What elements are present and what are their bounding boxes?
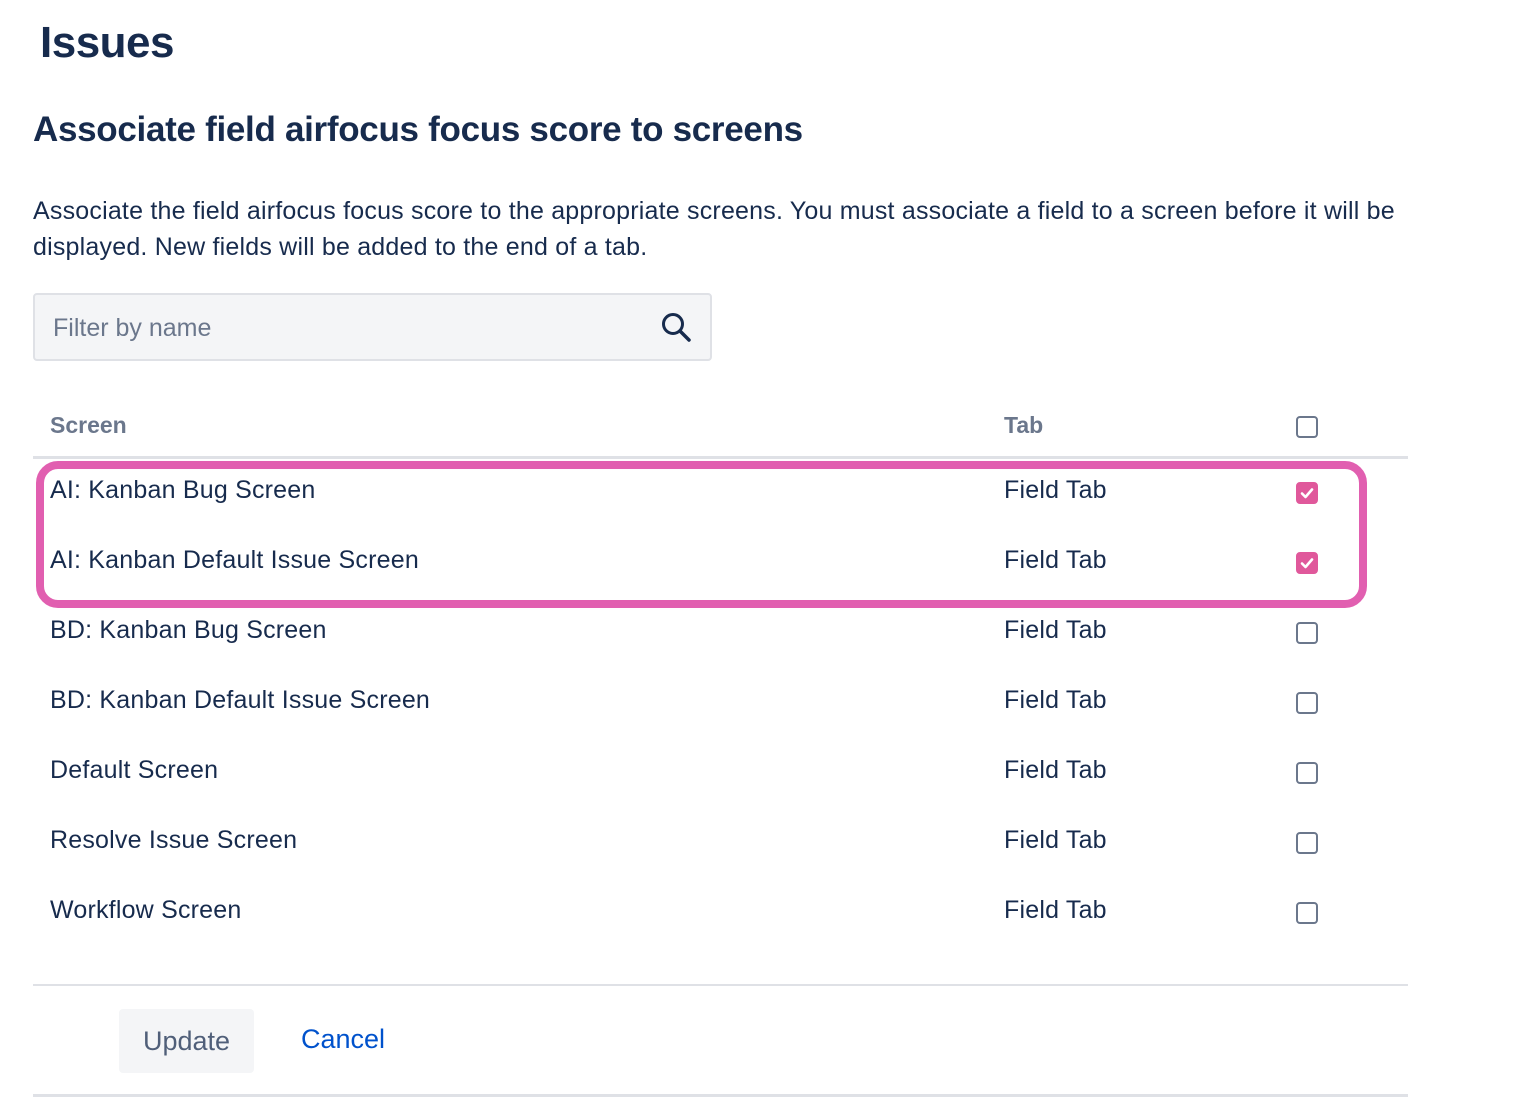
row-checkbox[interactable] bbox=[1296, 482, 1318, 504]
row-checkbox[interactable] bbox=[1296, 622, 1318, 644]
screen-name: Default Screen bbox=[50, 756, 219, 784]
tab-name: Field Tab bbox=[1004, 476, 1107, 504]
row-checkbox[interactable] bbox=[1296, 692, 1318, 714]
bottom-divider bbox=[33, 1094, 1408, 1097]
checkmark-icon bbox=[1300, 558, 1314, 569]
screen-name: BD: Kanban Default Issue Screen bbox=[50, 686, 431, 714]
checkmark-icon bbox=[1300, 488, 1314, 499]
table-header: Screen Tab bbox=[33, 400, 1408, 459]
screen-name: AI: Kanban Bug Screen bbox=[50, 476, 316, 504]
table-row: BD: Kanban Default Issue Screen Field Tab bbox=[33, 669, 1408, 739]
section-description: Associate the field airfocus focus score… bbox=[33, 197, 1395, 261]
table-row: AI: Kanban Default Issue Screen Field Tab bbox=[33, 529, 1408, 599]
table-row: Default Screen Field Tab bbox=[33, 739, 1408, 809]
tab-name: Field Tab bbox=[1004, 756, 1107, 784]
filter-box bbox=[33, 293, 712, 361]
row-checkbox[interactable] bbox=[1296, 902, 1318, 924]
screen-name: AI: Kanban Default Issue Screen bbox=[50, 546, 419, 574]
table-row: BD: Kanban Bug Screen Field Tab bbox=[33, 599, 1408, 669]
table-row: Resolve Issue Screen Field Tab bbox=[33, 809, 1408, 879]
update-button[interactable]: Update bbox=[119, 1009, 254, 1073]
screen-name: BD: Kanban Bug Screen bbox=[50, 616, 327, 644]
row-checkbox[interactable] bbox=[1296, 762, 1318, 784]
screen-name: Resolve Issue Screen bbox=[50, 826, 298, 854]
table-row: Workflow Screen Field Tab bbox=[33, 879, 1408, 949]
screen-name: Workflow Screen bbox=[50, 896, 242, 924]
tab-name: Field Tab bbox=[1004, 686, 1107, 714]
tab-name: Field Tab bbox=[1004, 616, 1107, 644]
cancel-link[interactable]: Cancel bbox=[301, 1024, 385, 1055]
row-checkbox[interactable] bbox=[1296, 552, 1318, 574]
search-icon[interactable] bbox=[660, 311, 692, 343]
column-header-screen: Screen bbox=[50, 412, 127, 438]
table-row: AI: Kanban Bug Screen Field Tab bbox=[33, 459, 1408, 529]
footer-divider bbox=[33, 984, 1408, 986]
filter-input[interactable] bbox=[35, 295, 655, 361]
row-checkbox[interactable] bbox=[1296, 832, 1318, 854]
section-title: Associate field airfocus focus score to … bbox=[33, 110, 803, 149]
page-title: Issues bbox=[40, 18, 174, 67]
tab-name: Field Tab bbox=[1004, 546, 1107, 574]
tab-name: Field Tab bbox=[1004, 896, 1107, 924]
tab-name: Field Tab bbox=[1004, 826, 1107, 854]
column-header-tab: Tab bbox=[1004, 412, 1044, 438]
select-all-checkbox[interactable] bbox=[1296, 416, 1318, 438]
